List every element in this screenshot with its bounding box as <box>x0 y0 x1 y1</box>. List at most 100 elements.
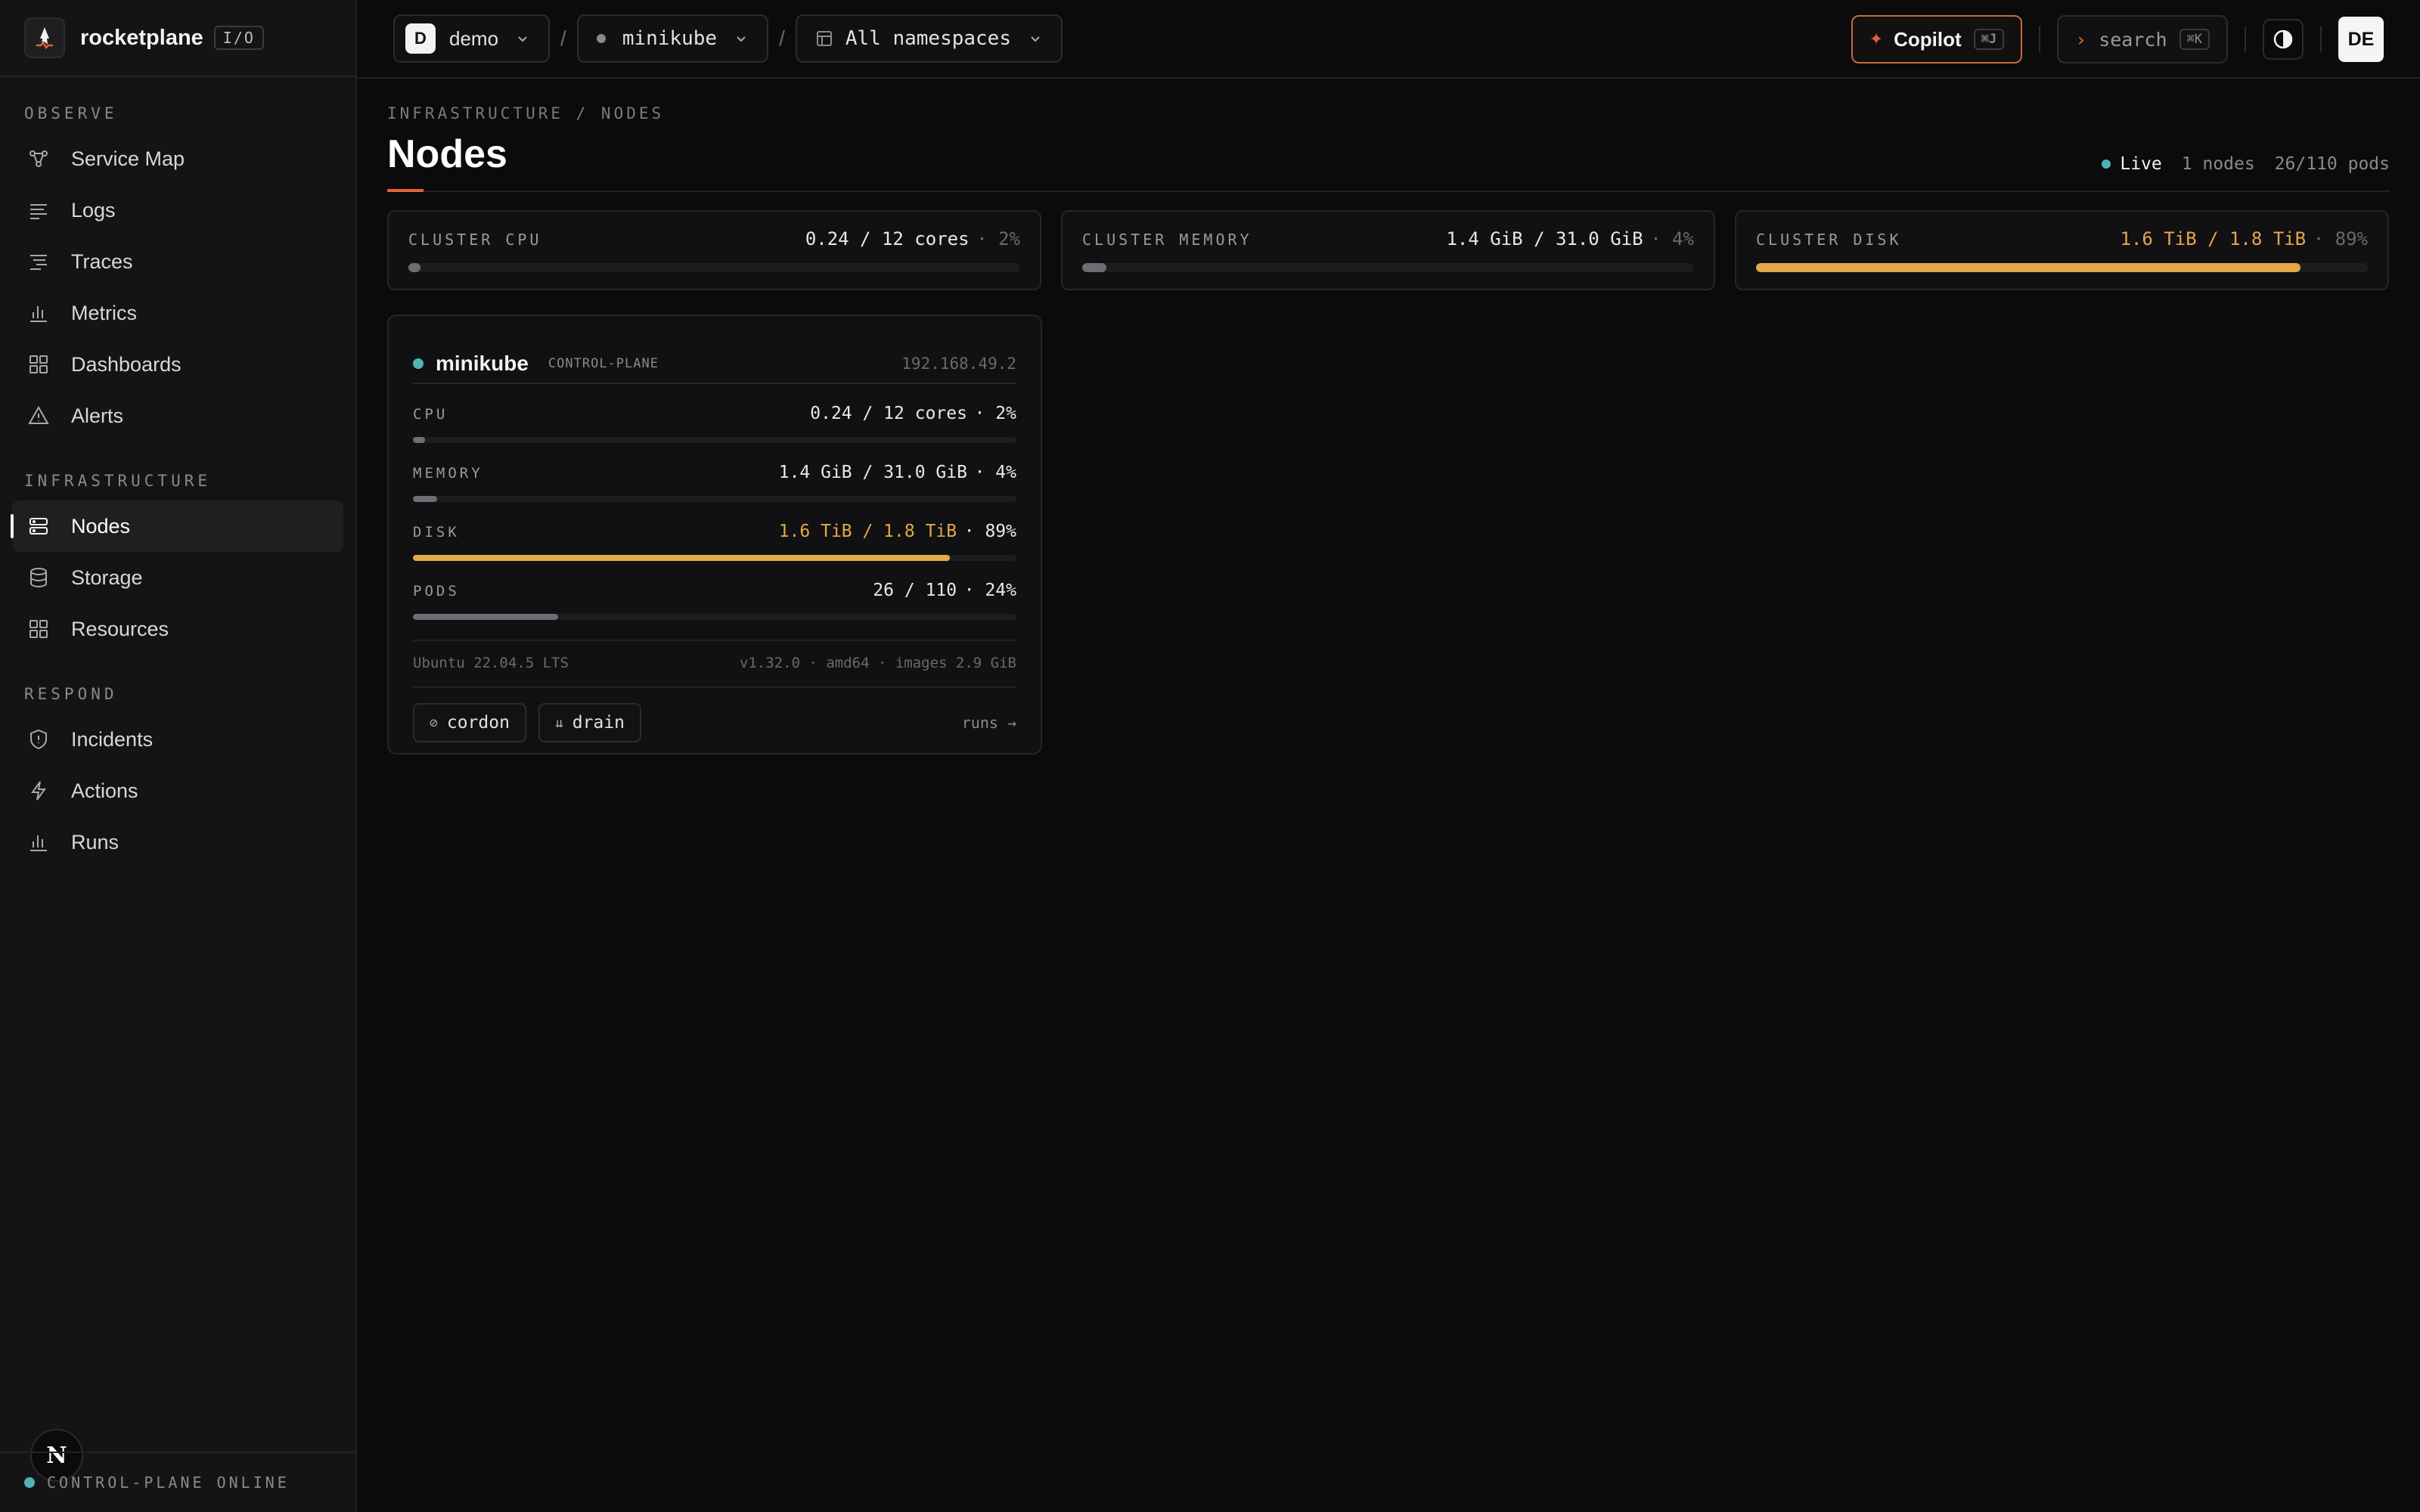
sidebar-item-nodes[interactable]: Nodes <box>11 500 343 552</box>
sidebar-item-dashboards[interactable]: Dashboards <box>12 339 343 390</box>
copilot-button[interactable]: ✦ Copilot ⌘J <box>1851 15 2023 64</box>
node-details: v1.32.0 · amd64 · images 2.9 GiB <box>739 655 1016 671</box>
metrics-icon <box>30 306 47 322</box>
sidebar-item-service-map[interactable]: Service Map <box>12 133 343 184</box>
status-footer: CONTROL-PLANE ONLINE <box>0 1452 355 1512</box>
sidebar-item-metrics[interactable]: Metrics <box>12 287 343 339</box>
sidebar-item-label: Incidents <box>71 727 154 751</box>
topbar: D demo / minikube / All namespaces ✦ Cop… <box>357 0 2420 79</box>
cluster-cpu-card: CLUSTER CPU 0.24 / 12 cores · 2% <box>387 210 1041 290</box>
title-accent <box>387 189 424 192</box>
search-shortcut: ⌘K <box>2179 29 2210 50</box>
metric-pct: · 2% <box>974 404 1016 423</box>
contrast-icon <box>2273 29 2293 49</box>
sidebar-item-label: Dashboards <box>71 352 182 376</box>
namespace-label: All namespaces <box>845 27 1011 50</box>
namespace-icon <box>816 31 832 46</box>
metric-value: 1.4 GiB / 31.0 GiB <box>778 463 967 482</box>
search-label: search <box>2099 28 2167 51</box>
metric-label: DISK <box>413 524 460 541</box>
search-button[interactable]: › search ⌘K <box>2057 15 2228 64</box>
user-avatar[interactable]: DE <box>2338 17 2384 62</box>
alert-icon <box>28 405 49 424</box>
sidebar-item-label: Service Map <box>71 147 185 170</box>
theme-toggle-button[interactable] <box>2263 19 2304 60</box>
sidebar-item-incidents[interactable]: Incidents <box>12 714 343 765</box>
cluster-label: minikube <box>622 27 718 50</box>
sidebar-item-label: Resources <box>71 617 169 640</box>
sidebar-item-traces[interactable]: Traces <box>12 236 343 287</box>
org-switcher[interactable]: D demo <box>393 14 551 63</box>
cluster-disk-bar-fill <box>1756 263 2301 272</box>
rocket-logo-icon <box>24 17 65 58</box>
sidebar-item-actions[interactable]: Actions <box>12 765 343 816</box>
cluster-status-icon <box>596 34 606 43</box>
cluster-summary: CLUSTER CPU 0.24 / 12 cores · 2% CLUSTER… <box>387 210 2390 290</box>
divider <box>2039 26 2041 52</box>
sidebar-item-storage[interactable]: Storage <box>12 552 343 603</box>
metric-bar <box>413 437 1016 443</box>
page-title: Nodes <box>387 132 507 176</box>
node-count: 1 nodes <box>2181 154 2255 174</box>
breadcrumb-separator: / <box>560 26 566 50</box>
metric-bar-fill <box>413 555 951 561</box>
sidebar-item-label: Metrics <box>71 301 137 324</box>
cordon-label: cordon <box>446 713 510 733</box>
nodes-icon <box>29 518 48 534</box>
metric-value: 26 / 110 <box>873 581 957 600</box>
logs-icon <box>30 204 47 219</box>
runs-link[interactable]: runs → <box>962 714 1016 732</box>
node-metric-cpu: CPU 0.24 / 12 cores · 2% <box>413 404 1016 443</box>
divider <box>2320 26 2322 52</box>
chevron-down-icon <box>737 36 746 42</box>
namespace-switcher[interactable]: All namespaces <box>795 14 1063 63</box>
metric-value: 1.6 TiB / 1.8 TiB <box>778 522 957 541</box>
cluster-switcher[interactable]: minikube <box>576 14 769 63</box>
cluster-memory-bar-fill <box>1082 263 1107 272</box>
cluster-cpu-value: 0.24 / 12 cores <box>805 228 970 249</box>
node-os: Ubuntu 22.04.5 LTS <box>413 655 569 671</box>
sidebar-item-label: Alerts <box>71 404 124 427</box>
cordon-icon: ⊘ <box>430 714 438 731</box>
drain-label: drain <box>572 713 625 733</box>
prompt-chevron-icon: › <box>2075 28 2087 51</box>
sidebar-item-label: Runs <box>71 830 119 854</box>
sidebar-item-label: Logs <box>71 198 116 222</box>
node-name[interactable]: minikube <box>436 352 529 376</box>
drain-icon: ⇊ <box>554 714 563 731</box>
node-status-icon <box>413 358 424 369</box>
metric-label: MEMORY <box>413 465 483 482</box>
cluster-cpu-label: CLUSTER CPU <box>408 231 542 249</box>
cluster-cpu-bar <box>408 263 1020 272</box>
online-status-icon <box>24 1477 35 1488</box>
cluster-memory-pct: · 4% <box>1650 228 1694 249</box>
metric-bar <box>413 614 1016 620</box>
metric-pct: · 89% <box>963 522 1016 541</box>
sidebar-item-alerts[interactable]: Alerts <box>12 390 343 442</box>
metric-pct: · 24% <box>963 581 1016 600</box>
copilot-label: Copilot <box>1894 27 1962 51</box>
node-metric-disk: DISK 1.6 TiB / 1.8 TiB · 89% <box>413 522 1016 561</box>
nav-section-respond: RESPOND <box>24 685 118 703</box>
dashboards-icon <box>29 355 48 373</box>
breadcrumb: INFRASTRUCTURE / NODES <box>387 104 665 122</box>
drain-button[interactable]: ⇊ drain <box>538 703 642 742</box>
live-label: Live <box>2120 154 2162 174</box>
nav-section-infrastructure: INFRASTRUCTURE <box>24 472 212 490</box>
sidebar-item-logs[interactable]: Logs <box>12 184 343 236</box>
sidebar-item-resources[interactable]: Resources <box>12 603 343 655</box>
brand[interactable]: rocketplane I/O <box>0 0 355 77</box>
metric-bar <box>413 496 1016 502</box>
main-content: INFRASTRUCTURE / NODES Nodes Live 1 node… <box>387 79 2390 754</box>
sidebar-item-runs[interactable]: Runs <box>12 816 343 868</box>
node-card[interactable]: minikube CONTROL-PLANE 192.168.49.2 CPU … <box>387 314 1042 754</box>
cluster-memory-card: CLUSTER MEMORY 1.4 GiB / 31.0 GiB · 4% <box>1061 210 1715 290</box>
resources-icon <box>29 620 48 638</box>
metric-label: PODS <box>413 583 460 600</box>
live-indicator-icon <box>2102 160 2111 169</box>
cordon-button[interactable]: ⊘ cordon <box>413 703 526 742</box>
metric-pct: · 4% <box>974 463 1016 482</box>
sidebar-item-label: Actions <box>71 779 138 802</box>
node-actions: ⊘ cordon ⇊ drain runs → <box>413 703 1016 742</box>
pod-count: 26/110 pods <box>2274 154 2390 174</box>
